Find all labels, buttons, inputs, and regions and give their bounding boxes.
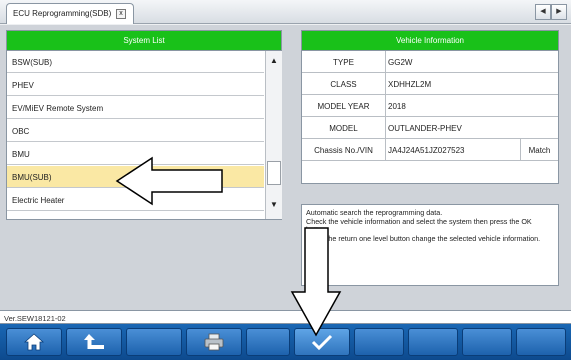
vehicle-info-label: CLASS [302, 73, 386, 94]
blank-button[interactable] [354, 328, 404, 356]
vehicle-info-label: MODEL [302, 117, 386, 138]
system-list-item-label: BSW(SUB) [12, 58, 52, 67]
system-list-item-label: OBC [12, 127, 30, 136]
system-list-item-label: BMU [12, 150, 30, 159]
bottom-toolbar [0, 324, 571, 360]
vehicle-info-label: MODEL YEAR [302, 95, 386, 116]
vin-match-status: Match [520, 139, 558, 160]
message-box: Automatic search the reprogramming data.… [301, 204, 559, 286]
print-button[interactable] [186, 328, 242, 356]
scroll-thumb[interactable] [267, 161, 281, 185]
home-button[interactable] [6, 328, 62, 356]
version-label: Ver.SEW18121-02 [0, 310, 571, 324]
ok-button[interactable] [294, 328, 350, 356]
vehicle-info-row: MODEL YEAR 2018 [302, 95, 558, 117]
blank-button[interactable] [516, 328, 566, 356]
close-icon[interactable]: x [116, 9, 126, 19]
system-list-item[interactable]: PHEV [7, 74, 264, 96]
system-list-item-label: PHEV [12, 81, 34, 90]
return-button[interactable] [66, 328, 122, 356]
system-list-item[interactable]: EV/MiEV Remote System [7, 97, 264, 119]
vehicle-info-value: OUTLANDER-PHEV [388, 124, 462, 133]
home-icon [24, 333, 44, 351]
system-list-item-selected[interactable]: BMU(SUB) [7, 166, 264, 188]
vehicle-info-label: Chassis No./VIN [302, 139, 386, 160]
return-icon [84, 334, 104, 349]
vehicle-info-value: GG2W [388, 58, 413, 67]
tab-bar: ECU Reprogramming(SDB) x ◀ ▶ [0, 0, 571, 24]
message-line: Press the return one level button change… [306, 233, 541, 243]
tab-scroll-right-button[interactable]: ▶ [551, 4, 567, 20]
scroll-up-arrow-icon[interactable]: ▲ [266, 53, 282, 69]
system-list-item[interactable]: BSW(SUB) [7, 51, 264, 73]
vehicle-info-row: CLASS XDHHZL2M [302, 73, 558, 95]
vehicle-info-row: Chassis No./VIN JA4J24A51JZ027523 Match [302, 139, 558, 161]
system-list-item-label: Electric Heater [12, 196, 65, 205]
system-list-item[interactable]: OBC [7, 120, 264, 142]
blank-button[interactable] [126, 328, 182, 356]
vehicle-info-row: TYPE GG2W [302, 51, 558, 73]
system-list-item[interactable]: BMU [7, 143, 264, 165]
blank-button[interactable] [462, 328, 512, 356]
vehicle-info-value: JA4J24A51JZ027523 [388, 146, 465, 155]
vehicle-info-value: 2018 [388, 102, 406, 111]
system-list-item-label: EV/MiEV Remote System [12, 104, 104, 113]
blank-button[interactable] [246, 328, 290, 356]
system-list-scrollbar[interactable]: ▲ ▼ [265, 51, 282, 219]
vehicle-info-label: TYPE [302, 51, 386, 72]
ok-check-icon [311, 334, 333, 351]
vehicle-information-header: Vehicle Information [302, 31, 558, 51]
tab-title: ECU Reprogramming(SDB) [13, 9, 112, 18]
blank-button[interactable] [408, 328, 458, 356]
system-list: System List BSW(SUB) PHEV EV/MiEV Remote… [6, 30, 282, 220]
print-icon [204, 333, 224, 351]
scroll-down-arrow-icon[interactable]: ▼ [266, 197, 282, 213]
message-line: Check the vehicle information and select… [306, 216, 532, 235]
tab-ecu-reprogramming[interactable]: ECU Reprogramming(SDB) x [6, 3, 134, 24]
vehicle-information: Vehicle Information TYPE GG2W CLASS XDHH… [301, 30, 559, 184]
system-list-header: System List [7, 31, 281, 51]
system-list-item[interactable]: Electric Heater [7, 189, 264, 211]
vehicle-info-row: MODEL OUTLANDER-PHEV [302, 117, 558, 139]
vehicle-info-value: XDHHZL2M [388, 80, 432, 89]
tab-scroll-left-button[interactable]: ◀ [535, 4, 551, 20]
system-list-item-label: BMU(SUB) [12, 173, 52, 182]
